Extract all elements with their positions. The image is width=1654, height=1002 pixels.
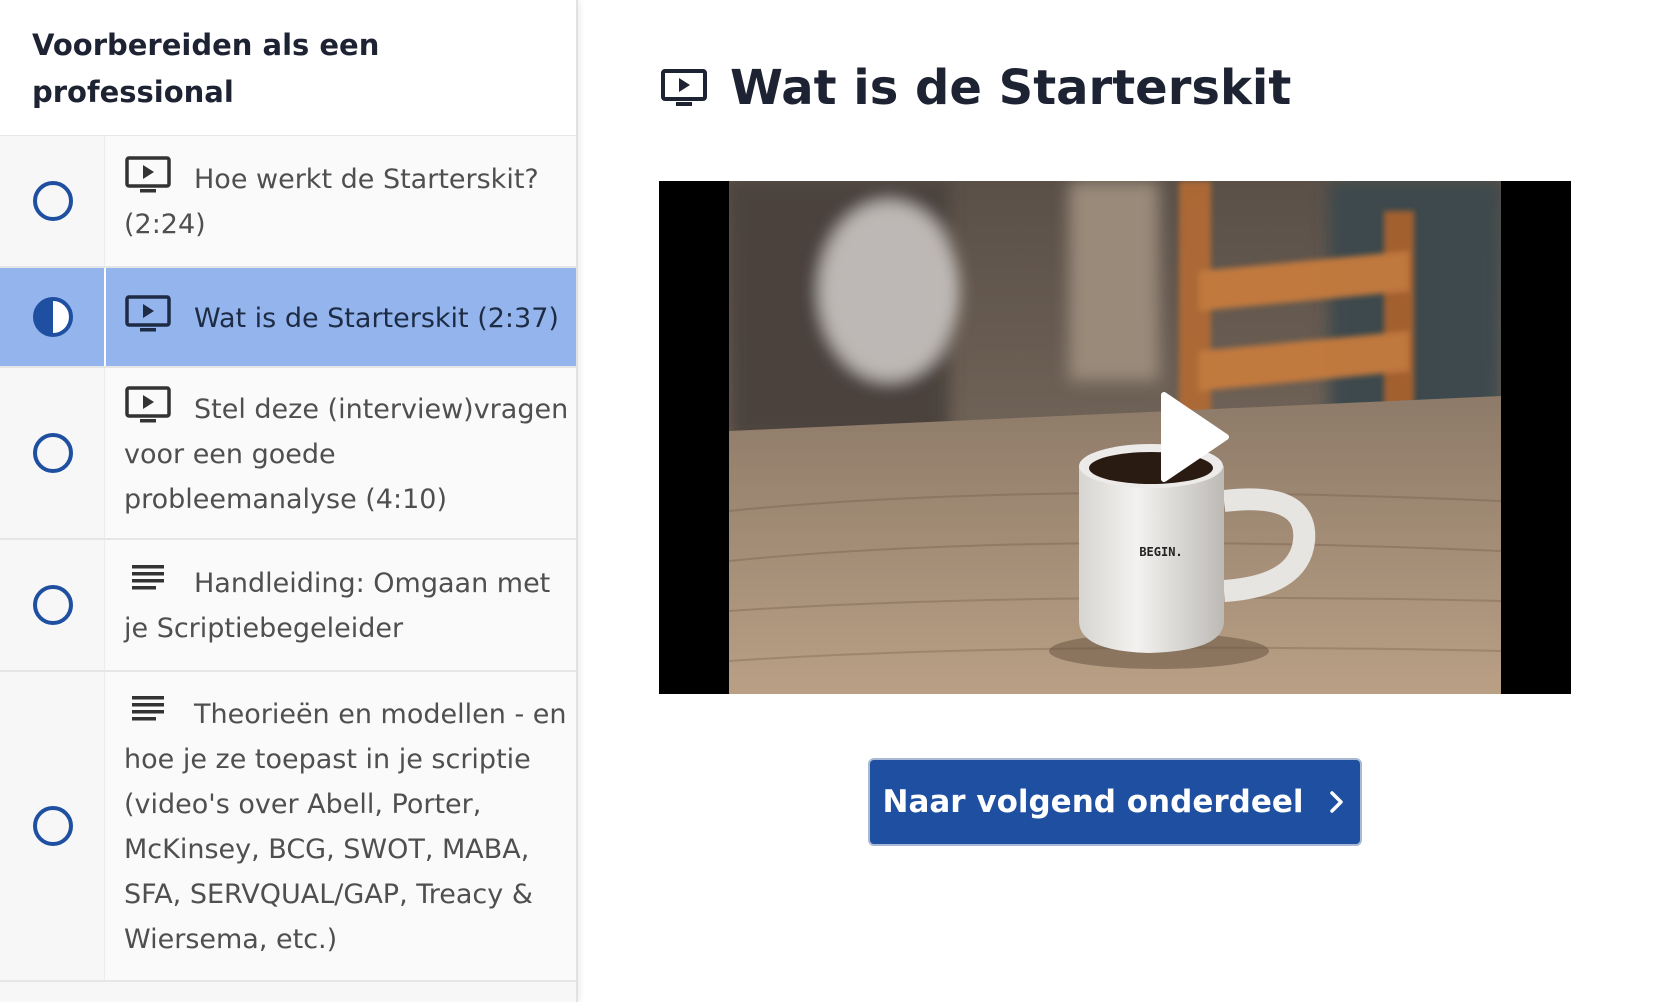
- lesson-item-4[interactable]: Handleiding: Omgaan met je Scriptiebegel…: [0, 540, 576, 672]
- lesson-status-cell: [0, 672, 105, 980]
- chevron-right-icon: [1329, 791, 1343, 813]
- lesson-content: Theorieën en modellen - en hoe je ze toe…: [104, 672, 576, 980]
- lesson-label: Hoe werkt de Starterskit? (2:24): [124, 164, 539, 240]
- lesson-text: Hoe werkt de Starterskit? (2:24): [124, 155, 572, 247]
- text-lesson-icon: [132, 565, 164, 590]
- lesson-label: Handleiding: Omgaan met je Scriptiebegel…: [124, 568, 551, 644]
- video-lesson-icon: [125, 294, 171, 331]
- lesson-content: Stel deze (interview)vragen voor een goe…: [104, 368, 576, 538]
- course-player: Voorbereiden als een professional Hoe we…: [0, 0, 1654, 1002]
- lesson-status-cell: [0, 268, 106, 366]
- lesson-item-2[interactable]: Wat is de Starterskit (2:37): [0, 268, 576, 368]
- not-started-circle-icon: [33, 433, 73, 473]
- lesson-content: Handleiding: Omgaan met je Scriptiebegel…: [104, 540, 576, 670]
- lesson-status-cell: [0, 136, 105, 266]
- video-thumbnail: BEGIN.: [729, 181, 1501, 694]
- video-lesson-icon: [661, 69, 707, 106]
- lesson-text: Theorieën en modellen - en hoe je ze toe…: [124, 690, 572, 962]
- lesson-label: Theorieën en modellen - en hoe je ze toe…: [124, 699, 567, 955]
- video-lesson-icon: [125, 385, 171, 422]
- section-title: Voorbereiden als een professional: [0, 0, 576, 136]
- course-sidebar: Voorbereiden als een professional Hoe we…: [0, 0, 578, 1002]
- lesson-status-cell: [0, 368, 105, 538]
- next-section-button[interactable]: Naar volgend onderdeel: [868, 758, 1362, 846]
- lesson-main: Wat is de Starterskit BEGIN. Naar volgen…: [578, 0, 1654, 1002]
- coffee-mug-thumbnail-image: BEGIN.: [729, 181, 1501, 694]
- lesson-title: Wat is de Starterskit: [660, 48, 1291, 128]
- video-lesson-icon: [125, 156, 171, 193]
- lesson-status-cell: [0, 540, 105, 670]
- play-icon[interactable]: [1158, 391, 1230, 483]
- lesson-label: Wat is de Starterskit (2:37): [194, 302, 559, 334]
- lesson-title-text: Wat is de Starterskit: [730, 60, 1292, 116]
- in-progress-half-circle-icon: [33, 297, 73, 337]
- not-started-circle-icon: [33, 585, 73, 625]
- lesson-text: Handleiding: Omgaan met je Scriptiebegel…: [124, 559, 572, 651]
- not-started-circle-icon: [33, 181, 73, 221]
- lesson-content: Wat is de Starterskit (2:37): [104, 268, 576, 366]
- lesson-content: Hoe werkt de Starterskit? (2:24): [104, 136, 576, 266]
- lesson-text: Wat is de Starterskit (2:37): [124, 294, 559, 341]
- lesson-item-1[interactable]: Hoe werkt de Starterskit? (2:24): [0, 136, 576, 268]
- lesson-item-3[interactable]: Stel deze (interview)vragen voor een goe…: [0, 368, 576, 540]
- lesson-text: Stel deze (interview)vragen voor een goe…: [124, 385, 572, 522]
- text-lesson-icon: [132, 696, 164, 721]
- video-player[interactable]: BEGIN.: [659, 181, 1571, 694]
- mug-text: BEGIN.: [1139, 545, 1182, 559]
- next-section-label: Naar volgend onderdeel: [882, 784, 1304, 820]
- not-started-circle-icon: [33, 806, 73, 846]
- lesson-item-5[interactable]: Theorieën en modellen - en hoe je ze toe…: [0, 672, 576, 982]
- lesson-label: Stel deze (interview)vragen voor een goe…: [124, 393, 569, 515]
